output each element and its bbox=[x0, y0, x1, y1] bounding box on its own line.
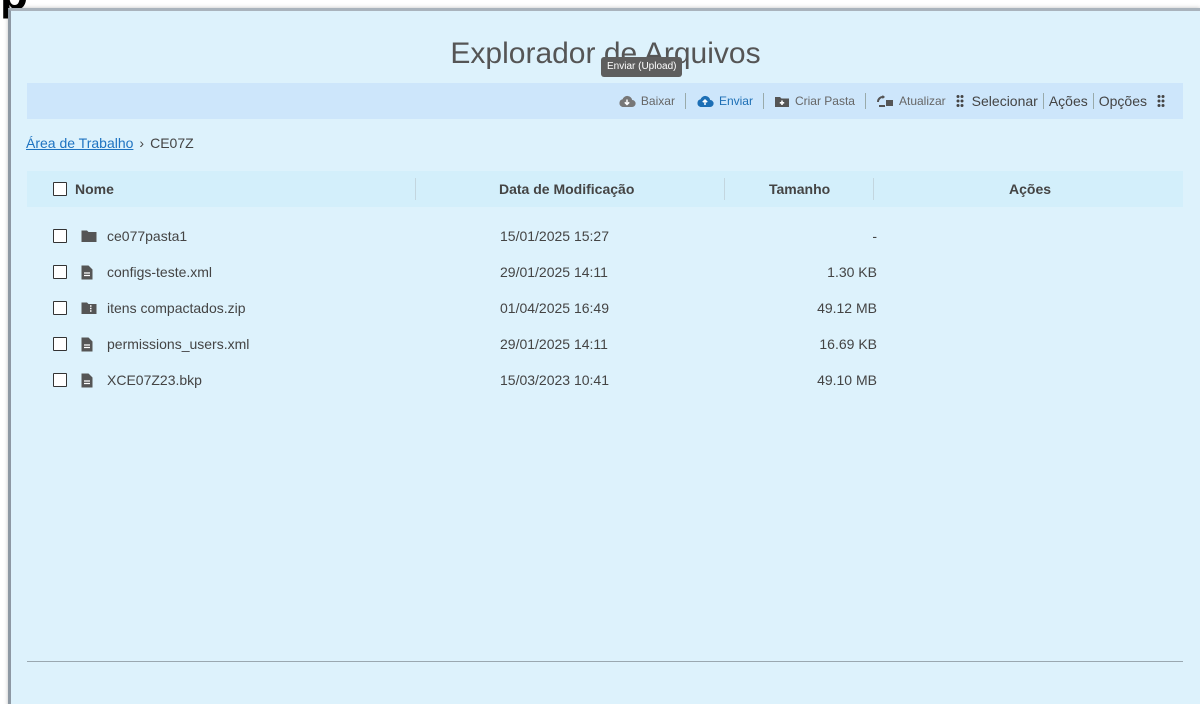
file-name: XCE07Z23.bkp bbox=[107, 372, 202, 388]
column-divider[interactable] bbox=[415, 178, 416, 200]
select-all-checkbox[interactable] bbox=[53, 182, 67, 196]
download-button[interactable]: Baixar bbox=[618, 94, 675, 108]
breadcrumb-current: CE07Z bbox=[150, 135, 194, 151]
file-name: ce077pasta1 bbox=[107, 228, 188, 244]
table-row[interactable]: ce077pasta1 15/01/2025 15:27 - bbox=[27, 218, 1183, 254]
header-modified[interactable]: Data de Modificação bbox=[499, 171, 634, 207]
options-menu[interactable]: Opções bbox=[1099, 93, 1147, 109]
row-checkbox[interactable] bbox=[53, 373, 67, 387]
upload-label: Enviar bbox=[718, 94, 753, 108]
file-size: 49.12 MB bbox=[817, 300, 877, 316]
file-size: 1.30 KB bbox=[827, 264, 877, 280]
header-name[interactable]: Nome bbox=[75, 171, 114, 207]
zip-icon bbox=[81, 302, 97, 314]
column-divider[interactable] bbox=[724, 178, 725, 200]
table-row[interactable]: XCE07Z23.bkp 15/03/2023 10:41 49.10 MB bbox=[27, 362, 1183, 398]
table-row[interactable]: permissions_users.xml 29/01/2025 14:11 1… bbox=[27, 326, 1183, 362]
file-explorer-window: Explorador de Arquivos Enviar (Upload) B… bbox=[8, 8, 1200, 704]
actions-menu[interactable]: Ações bbox=[1049, 93, 1088, 109]
file-name: permissions_users.xml bbox=[107, 336, 250, 352]
file-modified: 01/04/2025 16:49 bbox=[500, 300, 609, 316]
toolbar-separator bbox=[1092, 93, 1094, 109]
file-icon bbox=[81, 265, 93, 280]
cloud-upload-icon bbox=[697, 95, 714, 107]
download-label: Baixar bbox=[640, 94, 675, 108]
table-row[interactable]: configs-teste.xml 29/01/2025 14:11 1.30 … bbox=[27, 254, 1183, 290]
refresh-icon bbox=[876, 95, 893, 107]
file-name: configs-teste.xml bbox=[107, 264, 213, 280]
file-modified: 29/01/2025 14:11 bbox=[500, 264, 608, 280]
footer-divider bbox=[27, 661, 1183, 662]
cloud-download-icon bbox=[619, 95, 636, 107]
upload-tooltip: Enviar (Upload) bbox=[601, 57, 683, 77]
row-checkbox[interactable] bbox=[53, 265, 67, 279]
file-size: - bbox=[872, 228, 877, 244]
new-folder-button[interactable]: Criar Pasta bbox=[774, 94, 855, 108]
folder-icon bbox=[81, 230, 97, 242]
file-name: itens compactados.zip bbox=[107, 300, 246, 316]
new-folder-label: Criar Pasta bbox=[794, 94, 855, 108]
toolbar-separator bbox=[684, 93, 686, 109]
header-size[interactable]: Tamanho bbox=[769, 171, 830, 207]
select-menu[interactable]: Selecionar bbox=[972, 93, 1038, 109]
row-checkbox[interactable] bbox=[53, 301, 67, 315]
file-modified: 29/01/2025 14:11 bbox=[500, 336, 608, 352]
file-icon bbox=[81, 373, 93, 388]
file-modified: 15/01/2025 15:27 bbox=[500, 228, 609, 244]
refresh-label: Atualizar bbox=[898, 94, 946, 108]
toolbar-separator bbox=[1042, 93, 1044, 109]
toolbar-separator bbox=[762, 93, 764, 109]
file-size: 49.10 MB bbox=[817, 372, 877, 388]
folder-plus-icon bbox=[774, 96, 789, 107]
file-size: 16.69 KB bbox=[819, 336, 877, 352]
file-icon bbox=[81, 337, 93, 352]
table-header: Nome Data de Modificação Tamanho Ações bbox=[27, 171, 1183, 207]
table-row[interactable]: itens compactados.zip 01/04/2025 16:49 4… bbox=[27, 290, 1183, 326]
breadcrumb-separator: › bbox=[139, 135, 145, 151]
breadcrumb: Área de Trabalho › CE07Z bbox=[26, 135, 194, 151]
toolbar: Baixar Enviar Criar Pasta Atualizar Sele… bbox=[27, 83, 1183, 119]
grip-icon[interactable] bbox=[1157, 94, 1165, 108]
upload-button[interactable]: Enviar bbox=[696, 94, 753, 108]
refresh-button[interactable]: Atualizar bbox=[876, 94, 946, 108]
header-actions: Ações bbox=[1009, 181, 1052, 197]
row-checkbox[interactable] bbox=[53, 229, 67, 243]
breadcrumb-root-link[interactable]: Área de Trabalho bbox=[26, 135, 133, 151]
toolbar-separator bbox=[864, 93, 866, 109]
grip-icon[interactable] bbox=[956, 94, 964, 108]
file-modified: 15/03/2023 10:41 bbox=[500, 372, 609, 388]
row-checkbox[interactable] bbox=[53, 337, 67, 351]
column-divider[interactable] bbox=[873, 178, 874, 200]
